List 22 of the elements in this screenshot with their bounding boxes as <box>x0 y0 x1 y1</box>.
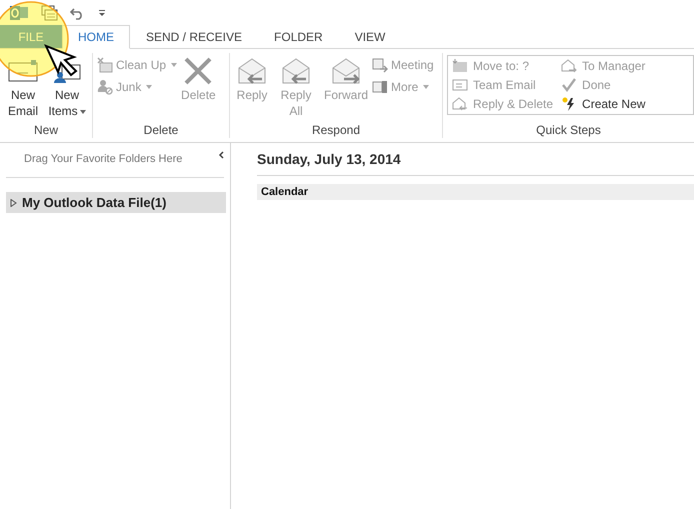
person-blocked-icon <box>97 79 113 95</box>
group-label: Quick Steps <box>535 123 602 138</box>
ribbon-tab[interactable]: FOLDER <box>258 25 339 49</box>
folder-item[interactable]: My Outlook Data File(1) <box>6 192 226 213</box>
ribbon-tab[interactable]: VIEW <box>338 25 402 49</box>
group-label: New <box>32 123 59 138</box>
group-label: Delete <box>142 123 180 138</box>
customize-toolbar-icon[interactable] <box>98 8 106 16</box>
x-mark-icon <box>183 55 214 87</box>
calendar-section-header: Calendar <box>257 184 694 200</box>
date-heading: Sunday, July 13, 2014 <box>257 143 694 176</box>
collapse-chevron-icon[interactable] <box>218 151 224 159</box>
ribbon-tab[interactable]: SEND / RECEIVE <box>130 25 258 49</box>
quick-step-item[interactable]: Create New <box>561 94 646 113</box>
group-label: Respond <box>310 123 362 138</box>
envelope-icon <box>452 78 468 92</box>
favorites-hint: Drag Your Favorite Folders Here <box>24 153 182 165</box>
checkmark-icon <box>561 78 578 92</box>
envelope-stack-icon[interactable] <box>40 4 58 20</box>
expand-triangle-icon[interactable] <box>10 198 17 206</box>
mouse-cursor-icon <box>44 44 80 78</box>
file-tab[interactable]: FILE <box>0 25 62 48</box>
